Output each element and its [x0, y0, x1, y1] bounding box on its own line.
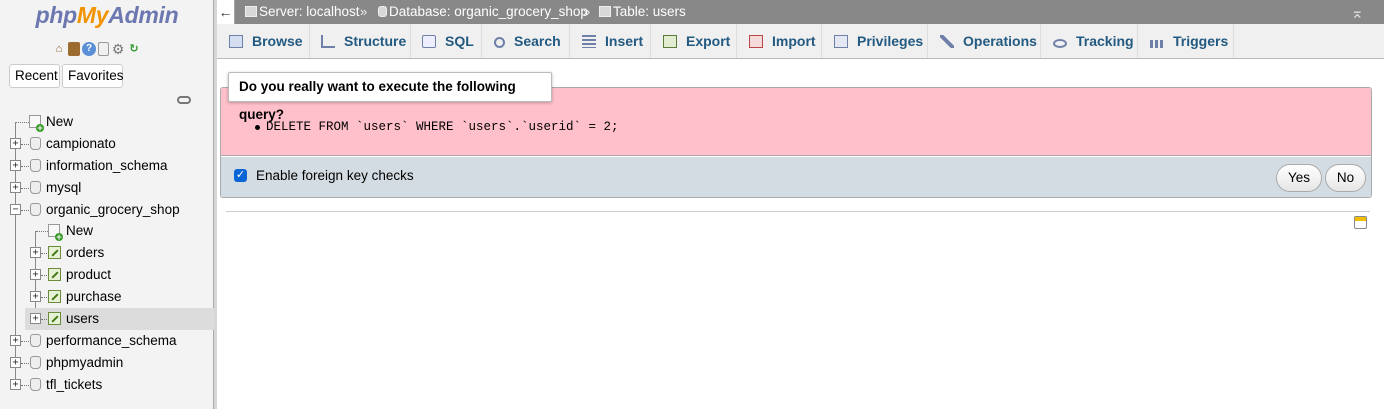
help-icon[interactable]: ? — [82, 42, 96, 56]
recent-tab[interactable]: Recent — [9, 64, 60, 88]
tab-sql[interactable]: SQL — [411, 24, 482, 58]
triggers-icon — [1150, 40, 1164, 48]
nav-resize-handle[interactable] — [214, 0, 217, 409]
tree-table-purchase[interactable]: + purchase — [0, 286, 214, 308]
tab-import[interactable]: Import — [737, 24, 822, 58]
console-icon[interactable] — [1354, 216, 1367, 229]
tree-db-tfl-tickets[interactable]: + tfl_tickets — [0, 374, 214, 396]
foreign-key-label[interactable]: Enable foreign key checks — [256, 168, 414, 183]
dialog-title: Do you really want to execute the follow… — [228, 72, 552, 122]
server-icon — [245, 6, 257, 17]
tree-table-orders[interactable]: + orders — [0, 242, 214, 264]
phpmyadmin-logo[interactable]: phpMyAdmin — [0, 2, 214, 29]
expand-icon[interactable]: + — [30, 247, 41, 258]
tree-db-organic-grocery-shop[interactable]: − organic_grocery_shop — [0, 199, 214, 221]
yes-button[interactable]: Yes — [1276, 164, 1322, 192]
docs-icon[interactable] — [98, 42, 109, 56]
tree-table-product[interactable]: + product — [0, 264, 214, 286]
expand-icon[interactable]: + — [10, 379, 21, 390]
sql-icon — [422, 35, 436, 48]
tree-item-new[interactable]: New — [0, 111, 214, 133]
favorites-tab[interactable]: Favorites — [62, 64, 124, 88]
tree-db-phpmyadmin[interactable]: + phpmyadmin — [0, 352, 214, 374]
logout-icon[interactable] — [68, 42, 80, 56]
breadcrumb-separator: » — [360, 4, 368, 19]
wrench-icon — [940, 35, 954, 48]
import-icon — [749, 35, 763, 48]
database-icon — [30, 334, 41, 347]
eye-icon — [1053, 39, 1067, 48]
search-icon — [494, 37, 505, 48]
tree-item-new-table[interactable]: New — [0, 220, 214, 242]
database-icon — [30, 181, 41, 194]
database-icon — [30, 203, 41, 216]
expand-icon[interactable]: + — [30, 269, 41, 280]
no-button[interactable]: No — [1325, 164, 1366, 192]
tab-tracking[interactable]: Tracking — [1041, 24, 1138, 58]
expand-icon[interactable]: + — [10, 335, 21, 346]
confirm-query-dialog: DELETE FROM `users` WHERE `users`.`useri… — [220, 87, 1372, 198]
home-icon[interactable]: ⌂ — [52, 42, 66, 56]
breadcrumb-separator: » — [583, 4, 591, 19]
collapse-icon[interactable]: − — [10, 204, 21, 215]
table-icon — [48, 312, 61, 325]
browse-icon — [229, 35, 243, 48]
database-icon — [30, 137, 41, 150]
nav-icon-bar: ⌂ ? ⚙ ↻ — [52, 40, 141, 58]
tab-browse[interactable]: Browse — [217, 24, 310, 58]
database-icon — [30, 159, 41, 172]
foreign-key-row: ✓ Enable foreign key checks — [221, 157, 1371, 197]
breadcrumb-table[interactable]: Table: users — [599, 0, 686, 24]
sql-query-text: DELETE FROM `users` WHERE `users`.`useri… — [266, 120, 619, 134]
tab-privileges[interactable]: Privileges — [822, 24, 928, 58]
tab-structure[interactable]: Structure — [310, 24, 411, 58]
breadcrumb-database[interactable]: Database: organic_grocery_shop — [378, 0, 588, 24]
database-icon — [30, 356, 41, 369]
tree-db-campionato[interactable]: + campionato — [0, 133, 214, 155]
table-icon — [48, 246, 61, 259]
privileges-icon — [834, 35, 848, 48]
breadcrumb-server[interactable]: Server: localhost — [245, 0, 360, 24]
table-menu-tabs: Browse Structure SQL Search Insert Expor… — [217, 24, 1384, 59]
tab-triggers[interactable]: Triggers — [1138, 24, 1234, 58]
new-icon — [29, 115, 44, 132]
table-icon — [48, 290, 61, 303]
link-icon[interactable] — [177, 96, 191, 104]
structure-icon — [321, 35, 335, 48]
tab-operations[interactable]: Operations — [928, 24, 1041, 58]
reload-icon[interactable]: ↻ — [127, 42, 141, 56]
tree-db-performance-schema[interactable]: + performance_schema — [0, 330, 214, 352]
navigation-panel: phpMyAdmin ⌂ ? ⚙ ↻ Recent Favorites New … — [0, 0, 214, 409]
table-icon — [48, 268, 61, 281]
tree-db-mysql[interactable]: + mysql — [0, 177, 214, 199]
database-icon — [378, 6, 387, 17]
expand-icon[interactable]: + — [10, 160, 21, 171]
expand-icon[interactable]: + — [10, 138, 21, 149]
expand-icon[interactable]: + — [10, 182, 21, 193]
tab-export[interactable]: Export — [651, 24, 737, 58]
back-arrow-icon[interactable]: ← — [217, 0, 235, 24]
database-icon — [30, 378, 41, 391]
tree-db-information-schema[interactable]: + information_schema — [0, 155, 214, 177]
table-icon — [599, 6, 611, 17]
new-icon — [48, 224, 63, 241]
collapse-top-icon[interactable]: ⌅ — [1351, 3, 1364, 23]
foreign-key-checkbox[interactable]: ✓ — [234, 169, 247, 182]
export-icon — [663, 35, 677, 48]
settings-icon[interactable]: ⚙ — [111, 42, 125, 56]
tab-insert[interactable]: Insert — [570, 24, 651, 58]
expand-icon[interactable]: + — [10, 357, 21, 368]
expand-icon[interactable]: + — [30, 313, 41, 324]
expand-icon[interactable]: + — [30, 291, 41, 302]
insert-icon — [582, 35, 596, 48]
divider — [226, 211, 1370, 212]
tab-search[interactable]: Search — [482, 24, 570, 58]
tree-table-users[interactable]: + users — [25, 308, 214, 330]
breadcrumb: ← Server: localhost » Database: organic_… — [217, 0, 1384, 24]
